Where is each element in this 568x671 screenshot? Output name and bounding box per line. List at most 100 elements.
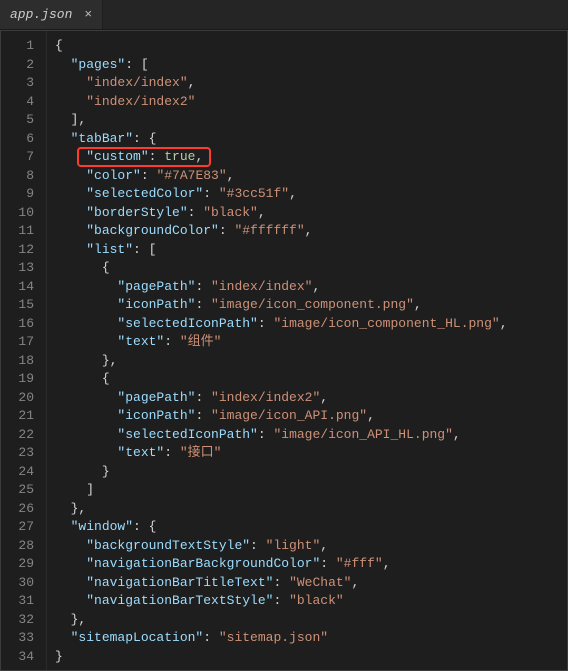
code-line[interactable]: "pagePath": "index/index2", bbox=[55, 389, 567, 408]
token: "navigationBarBackgroundColor" bbox=[86, 556, 320, 571]
code-area[interactable]: { "pages": [ "index/index", "index/index… bbox=[47, 31, 567, 670]
token: "接口" bbox=[180, 445, 222, 460]
token: "custom" bbox=[86, 149, 148, 164]
token: "navigationBarTextStyle" bbox=[86, 593, 273, 608]
line-number: 25 bbox=[1, 481, 34, 500]
token: : { bbox=[133, 519, 156, 534]
line-number: 1 bbox=[1, 37, 34, 56]
code-line[interactable]: "text": "接口" bbox=[55, 444, 567, 463]
code-line[interactable]: "sitemapLocation": "sitemap.json" bbox=[55, 629, 567, 648]
code-line[interactable]: }, bbox=[55, 611, 567, 630]
token: "index/index2" bbox=[211, 390, 320, 405]
token: , bbox=[258, 205, 266, 220]
token: "window" bbox=[71, 519, 133, 534]
code-line[interactable]: }, bbox=[55, 500, 567, 519]
code-line[interactable]: ], bbox=[55, 111, 567, 130]
code-line[interactable]: "pages": [ bbox=[55, 56, 567, 75]
tabbar: app.json × bbox=[0, 0, 568, 30]
token: "#ffffff" bbox=[234, 223, 304, 238]
token: "black" bbox=[289, 593, 344, 608]
token: "#7A7E83" bbox=[156, 168, 226, 183]
token: "pagePath" bbox=[117, 390, 195, 405]
token: , bbox=[289, 186, 297, 201]
token: } bbox=[55, 649, 63, 664]
token: "sitemapLocation" bbox=[71, 630, 204, 645]
code-line[interactable]: "backgroundTextStyle": "light", bbox=[55, 537, 567, 556]
token: : { bbox=[133, 131, 156, 146]
code-line[interactable]: "borderStyle": "black", bbox=[55, 204, 567, 223]
token: : bbox=[164, 334, 180, 349]
code-line[interactable]: "color": "#7A7E83", bbox=[55, 167, 567, 186]
line-number: 7 bbox=[1, 148, 34, 167]
token: : bbox=[188, 205, 204, 220]
token: "tabBar" bbox=[71, 131, 133, 146]
line-number: 5 bbox=[1, 111, 34, 130]
code-line[interactable]: "index/index", bbox=[55, 74, 567, 93]
token: "sitemap.json" bbox=[219, 630, 328, 645]
code-line[interactable]: "custom": true, bbox=[55, 148, 567, 167]
code-line[interactable]: "list": [ bbox=[55, 241, 567, 260]
token: "list" bbox=[86, 242, 133, 257]
token: , bbox=[351, 575, 359, 590]
token: "index/index2" bbox=[86, 94, 195, 109]
code-line[interactable]: "navigationBarTextStyle": "black" bbox=[55, 592, 567, 611]
token: "text" bbox=[117, 445, 164, 460]
code-line[interactable]: "selectedIconPath": "image/icon_API_HL.p… bbox=[55, 426, 567, 445]
code-line[interactable]: "tabBar": { bbox=[55, 130, 567, 149]
line-number-gutter: 1234567891011121314151617181920212223242… bbox=[1, 31, 47, 670]
token: : bbox=[258, 427, 274, 442]
code-line[interactable]: "selectedIconPath": "image/icon_componen… bbox=[55, 315, 567, 334]
token: "iconPath" bbox=[117, 408, 195, 423]
token: "#3cc51f" bbox=[219, 186, 289, 201]
token: : bbox=[258, 316, 274, 331]
code-line[interactable]: { bbox=[55, 259, 567, 278]
code-line[interactable]: "window": { bbox=[55, 518, 567, 537]
code-line[interactable]: ] bbox=[55, 481, 567, 500]
token: "image/icon_component_HL.png" bbox=[273, 316, 499, 331]
code-line[interactable]: }, bbox=[55, 352, 567, 371]
token: : bbox=[203, 630, 219, 645]
line-number: 19 bbox=[1, 370, 34, 389]
line-number: 3 bbox=[1, 74, 34, 93]
code-line[interactable]: "text": "组件" bbox=[55, 333, 567, 352]
code-line[interactable]: "pagePath": "index/index", bbox=[55, 278, 567, 297]
line-number: 29 bbox=[1, 555, 34, 574]
code-line[interactable]: "iconPath": "image/icon_API.png", bbox=[55, 407, 567, 426]
code-line[interactable]: "navigationBarTitleText": "WeChat", bbox=[55, 574, 567, 593]
code-line[interactable]: "navigationBarBackgroundColor": "#fff", bbox=[55, 555, 567, 574]
line-number: 20 bbox=[1, 389, 34, 408]
token: "pagePath" bbox=[117, 279, 195, 294]
close-icon[interactable]: × bbox=[84, 7, 92, 22]
token: "pages" bbox=[71, 57, 126, 72]
code-line[interactable]: "iconPath": "image/icon_component.png", bbox=[55, 296, 567, 315]
token: , bbox=[227, 168, 235, 183]
code-line[interactable]: { bbox=[55, 370, 567, 389]
line-number: 16 bbox=[1, 315, 34, 334]
line-number: 30 bbox=[1, 574, 34, 593]
token: , bbox=[414, 297, 422, 312]
token: }, bbox=[102, 353, 118, 368]
code-line[interactable]: } bbox=[55, 648, 567, 667]
code-line[interactable]: "selectedColor": "#3cc51f", bbox=[55, 185, 567, 204]
code-line[interactable]: } bbox=[55, 463, 567, 482]
code-line[interactable]: "backgroundColor": "#ffffff", bbox=[55, 222, 567, 241]
code-line[interactable]: "index/index2" bbox=[55, 93, 567, 112]
token: { bbox=[102, 371, 110, 386]
token: , bbox=[500, 316, 508, 331]
token: "image/icon_API_HL.png" bbox=[273, 427, 452, 442]
token: , bbox=[305, 223, 313, 238]
line-number: 12 bbox=[1, 241, 34, 260]
token: : [ bbox=[133, 242, 156, 257]
code-line[interactable]: { bbox=[55, 37, 567, 56]
token: }, bbox=[71, 501, 87, 516]
token: } bbox=[102, 464, 110, 479]
editor[interactable]: 1234567891011121314151617181920212223242… bbox=[0, 30, 568, 671]
file-tab[interactable]: app.json × bbox=[0, 0, 103, 29]
token: : bbox=[250, 538, 266, 553]
token: "black" bbox=[203, 205, 258, 220]
token: : bbox=[320, 556, 336, 571]
line-number: 32 bbox=[1, 611, 34, 630]
token: "backgroundColor" bbox=[86, 223, 219, 238]
token: "light" bbox=[266, 538, 321, 553]
token: "color" bbox=[86, 168, 141, 183]
